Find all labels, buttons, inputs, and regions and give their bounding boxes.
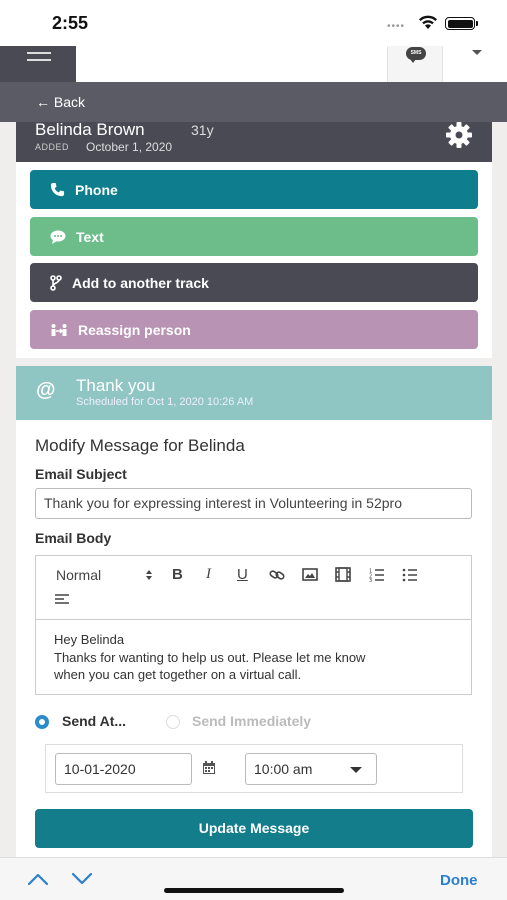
text-button[interactable]: Text: [30, 217, 478, 256]
home-indicator: [164, 888, 344, 893]
send-at-radio[interactable]: [35, 715, 49, 729]
date-input[interactable]: 10-01-2020: [55, 753, 192, 785]
person-name: Belinda Brown: [35, 120, 145, 139]
modify-title: Modify Message for Belinda: [35, 436, 245, 455]
image-icon[interactable]: [302, 568, 318, 581]
back-bar: ← Back: [0, 82, 507, 122]
link-icon[interactable]: [269, 568, 285, 582]
wifi-icon: [419, 15, 437, 29]
body-line: Thanks for wanting to help us out. Pleas…: [54, 649, 366, 665]
align-icon[interactable]: [54, 593, 70, 605]
at-icon: @: [36, 379, 56, 401]
format-select-arrows-icon[interactable]: [145, 569, 153, 581]
body-line: when you can get together on a virtual c…: [54, 667, 302, 682]
chevron-down-icon[interactable]: [472, 50, 482, 55]
phone-label: Phone: [75, 181, 118, 198]
add-track-button[interactable]: Add to another track: [30, 263, 478, 302]
time-select[interactable]: 10:00 am: [245, 753, 377, 785]
add-track-label: Add to another track: [72, 274, 209, 291]
back-link[interactable]: ← Back: [36, 94, 85, 110]
keyboard-accessory-bar: Done: [0, 857, 507, 900]
chevron-down-icon: [350, 767, 362, 773]
reassign-button[interactable]: Reassign person: [30, 310, 478, 349]
video-icon[interactable]: [335, 567, 351, 582]
chevron-up-icon[interactable]: [27, 872, 49, 886]
signal-icon: ••••: [387, 21, 406, 32]
email-body-label: Email Body: [35, 530, 112, 546]
bold-icon[interactable]: B: [172, 566, 183, 583]
italic-icon[interactable]: I: [206, 566, 211, 583]
reassign-icon: [51, 323, 67, 336]
text-label: Text: [76, 228, 104, 245]
person-header: Belinda Brown 31y ADDED October 1, 2020: [16, 120, 492, 162]
send-immediately-label: Send Immediately: [192, 713, 312, 729]
message-header[interactable]: @ Thank you Scheduled for Oct 1, 2020 10…: [16, 366, 492, 420]
added-label: ADDED: [35, 142, 70, 152]
calendar-icon[interactable]: [202, 761, 216, 775]
message-title: Thank you: [76, 376, 156, 395]
send-immediately-radio[interactable]: [166, 715, 180, 729]
ordered-list-icon[interactable]: 123: [369, 568, 385, 582]
gear-icon[interactable]: [444, 122, 474, 148]
send-at-label: Send At...: [62, 713, 127, 729]
chat-icon: [50, 230, 66, 244]
reassign-label: Reassign person: [78, 321, 191, 338]
sms-icon: SMS: [406, 47, 426, 63]
phone-button[interactable]: Phone: [30, 170, 478, 209]
email-subject-input[interactable]: Thank you for expressing interest in Vol…: [35, 488, 472, 519]
added-date: October 1, 2020: [86, 140, 173, 154]
top-nav: SMS: [0, 46, 507, 82]
message-scheduled: Scheduled for Oct 1, 2020 10:26 AM: [76, 396, 254, 408]
schedule-box: 10-01-2020 10:00 am: [45, 744, 463, 793]
done-button[interactable]: Done: [440, 872, 478, 889]
editor-toolbar: Normal B I U 123: [36, 556, 471, 620]
update-message-button[interactable]: Update Message: [35, 809, 473, 848]
person-age: 31y: [191, 122, 214, 138]
chevron-down-icon[interactable]: [71, 872, 93, 886]
menu-button[interactable]: [0, 46, 76, 82]
format-select[interactable]: Normal: [56, 567, 101, 583]
actions-card: Phone Text Add to another track Reassign…: [16, 162, 492, 358]
branch-icon: [50, 274, 62, 291]
battery-icon: [445, 17, 478, 30]
sms-button[interactable]: SMS: [387, 46, 443, 82]
body-line: Hey Belinda: [54, 632, 125, 647]
message-card: @ Thank you Scheduled for Oct 1, 2020 10…: [16, 366, 492, 866]
svg-text:3: 3: [369, 578, 372, 582]
phone-icon: [50, 182, 65, 197]
status-bar: 2:55 ••••: [0, 0, 507, 46]
status-time: 2:55: [52, 13, 89, 33]
email-body-editor: Normal B I U 123 Hey Belinda Thanks for …: [35, 555, 472, 695]
email-subject-label: Email Subject: [35, 466, 127, 482]
underline-icon[interactable]: U: [237, 566, 248, 583]
time-value: 10:00 am: [254, 761, 313, 777]
email-body-text[interactable]: Hey Belinda Thanks for wanting to help u…: [54, 631, 454, 684]
bullet-list-icon[interactable]: [402, 568, 418, 582]
